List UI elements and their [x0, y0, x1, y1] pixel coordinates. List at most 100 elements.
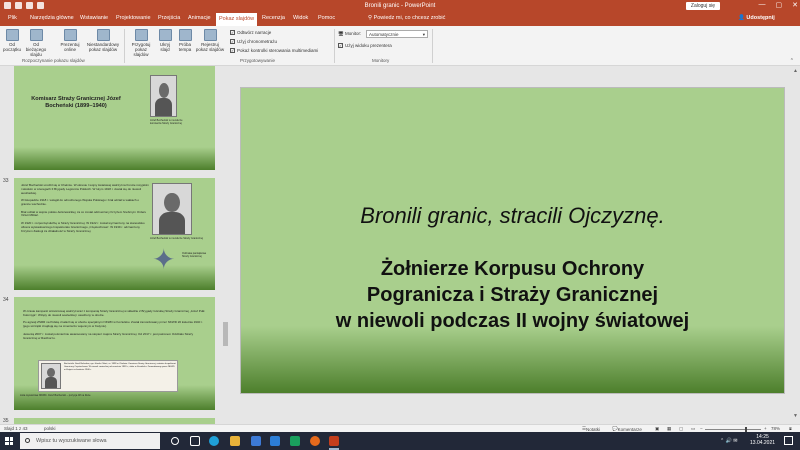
subtitle-line: Pogranicza i Straży Granicznej	[366, 284, 659, 306]
current-slide[interactable]: Bronili granic, stracili Ojczyznę. Żołni…	[240, 87, 785, 394]
monitor-label-text: Monitor:	[344, 31, 362, 36]
record-show-button[interactable]: Rejestruj pokaz slajdów	[195, 29, 225, 52]
setup-show-button[interactable]: Przygotuj pokaz slajdów	[128, 29, 154, 57]
monitor-icon: 🖥	[338, 31, 344, 36]
presenter-view-checkbox[interactable]: ✓ Użyj widoku prezentera	[338, 43, 392, 49]
archival-document: Bocheński Józef Bolesław, syn Józefa i M…	[38, 360, 178, 392]
tab-view[interactable]: Widok	[293, 15, 308, 21]
firefox-icon[interactable]	[310, 436, 320, 446]
record-show-label: Rejestruj pokaz slajdów	[195, 42, 225, 52]
tab-review[interactable]: Recenzja	[262, 15, 285, 21]
ribbon: Od początku Od bieżącego slajdu Prezentu…	[0, 26, 800, 66]
slide-thumbnails-panel[interactable]: Komisarz Straży Granicznej Józef Bocheńs…	[0, 66, 228, 424]
clock-date: 13.04.2021	[750, 440, 776, 446]
group-separator	[124, 29, 125, 63]
portrait-photo	[152, 183, 192, 235]
task-view-icon[interactable]	[190, 436, 200, 446]
from-current-label: Od bieżącego slajdu	[25, 42, 47, 57]
share-button[interactable]: 👤 Udostępnij	[738, 15, 775, 21]
tab-home[interactable]: Narzędzia główne	[30, 15, 74, 21]
record-icon	[203, 29, 217, 41]
scroll-down-icon[interactable]: ▼	[793, 413, 798, 419]
file-explorer-icon[interactable]	[230, 436, 240, 446]
taskbar-search-input[interactable]: Wpisz tu wyszukiwane słowa	[20, 433, 160, 449]
hide-slide-label: Ukryj slajd	[159, 42, 171, 52]
collapse-ribbon-icon[interactable]: ⌃	[790, 58, 794, 64]
store-icon[interactable]	[251, 436, 261, 446]
document-caption: Lista wywozowa NKWD. Józef Bocheński – p…	[20, 394, 92, 397]
search-placeholder: Wpisz tu wyszukiwane słowa	[36, 438, 107, 444]
zoom-out-icon[interactable]: −	[700, 426, 703, 431]
play-narrations-label: Odtwórz narracje	[237, 30, 272, 35]
chevron-down-icon: ▾	[422, 32, 425, 37]
slide-gradient	[241, 325, 784, 393]
checkbox-checked-icon: ✓	[230, 30, 235, 36]
group-separator	[432, 29, 433, 63]
system-tray[interactable]: ⌃ 🔊 ✉	[720, 438, 737, 444]
monitor-select[interactable]: Automatycznie ▾	[366, 30, 428, 38]
media-controls-checkbox[interactable]: ✓ Pokaż kontrolki sterowania multimediami	[230, 48, 319, 54]
notifications-icon[interactable]	[784, 436, 793, 445]
hide-slide-button[interactable]: Ukryj slajd	[157, 29, 173, 52]
slide-title[interactable]: Bronili granic, stracili Ojczyznę.	[241, 203, 784, 229]
zoom-slider[interactable]	[705, 429, 761, 430]
windows-taskbar: Wpisz tu wyszukiwane słowa ⌃ 🔊 ✉ 14:25 1…	[0, 432, 800, 450]
present-online-button[interactable]: Prezentuj online	[56, 29, 84, 52]
photo-caption: Józef Bocheński w mundurze komisarza Str…	[150, 119, 183, 125]
zoom-level[interactable]: 78%	[771, 426, 780, 431]
from-beginning-button[interactable]: Od początku	[3, 29, 21, 52]
subtitle-line: Żołnierze Korpusu Ochrony	[380, 258, 645, 280]
start-group-label: Rozpoczynanie pokazu slajdów	[22, 58, 85, 63]
custom-show-button[interactable]: Niestandardowy pokaz slajdów	[84, 29, 122, 52]
tab-help[interactable]: Pomoc	[318, 15, 335, 21]
slide-thumbnail[interactable]: Józef Bocheński urodził się w Chełmie. W…	[14, 178, 215, 290]
language-indicator[interactable]: polski	[44, 426, 56, 431]
edge-icon[interactable]	[209, 436, 219, 446]
window-title: Bronili granic - PowerPoint	[364, 3, 436, 9]
close-button[interactable]: ✕	[792, 1, 798, 9]
custom-show-icon	[96, 29, 110, 41]
windows-start-icon[interactable]	[5, 437, 13, 445]
slide-thumbnail[interactable]: Komisarz Straży Granicznej Józef Bocheńs…	[14, 66, 215, 170]
use-timings-checkbox[interactable]: ✓ Użyj chronometrażu	[230, 39, 278, 45]
powerpoint-icon[interactable]	[329, 436, 339, 446]
app-icon[interactable]	[290, 436, 300, 446]
window-controls: — ▢ ✕	[759, 1, 799, 9]
monitors-group-label: Monitory	[372, 58, 390, 63]
present-online-icon	[63, 29, 77, 41]
tab-insert[interactable]: Wstawianie	[80, 15, 108, 21]
tab-animations[interactable]: Animacje	[188, 15, 211, 21]
status-bar: Slajd 1 z 43 polski ☰ Notatki 💬 Komentar…	[0, 424, 800, 432]
from-current-button[interactable]: Od bieżącego slajdu	[24, 29, 48, 57]
tab-slideshow[interactable]: Pokaz slajdów	[216, 13, 258, 26]
tab-file[interactable]: Plik	[8, 15, 17, 21]
rehearse-timings-button[interactable]: Próba tempa	[177, 29, 193, 52]
cortana-icon[interactable]	[171, 437, 179, 445]
mail-icon[interactable]	[270, 436, 280, 446]
badge-caption: Odznaka pamiątkowa Straży Granicznej	[182, 252, 207, 258]
slide-body-text: W czasie kampanii wrześniowej walczył wr…	[23, 309, 205, 340]
tab-design[interactable]: Projektowanie	[116, 15, 151, 21]
scroll-up-icon[interactable]: ▲	[793, 68, 798, 74]
fit-to-window-icon[interactable]: ⧈	[789, 426, 792, 431]
ribbon-tabs: Plik Narzędzia główne Wstawianie Projekt…	[0, 12, 800, 26]
monitor-select-value: Automatycznie	[369, 32, 399, 37]
from-beginning-label: Od początku	[3, 42, 22, 52]
minimize-button[interactable]: —	[759, 1, 766, 9]
sign-in-button[interactable]: Zaloguj się	[686, 2, 720, 10]
stopwatch-icon	[178, 29, 192, 41]
media-controls-label: Pokaż kontrolki sterowania multimediami	[237, 48, 319, 53]
zoom-in-icon[interactable]: +	[764, 426, 767, 431]
maximize-button[interactable]: ▢	[776, 1, 783, 9]
tell-me-search[interactable]: ⚲ Powiedz mi, co chcesz zrobić	[368, 15, 445, 21]
use-timings-label: Użyj chronometrażu	[237, 39, 278, 44]
slide-thumbnail[interactable]: W czasie kampanii wrześniowej walczył wr…	[14, 297, 215, 410]
play-narrations-checkbox[interactable]: ✓ Odtwórz narracje	[230, 30, 272, 36]
taskbar-clock[interactable]: 14:25 13.04.2021	[750, 434, 775, 446]
group-separator	[334, 29, 335, 63]
checkbox-checked-icon: ✓	[230, 48, 235, 54]
tab-transitions[interactable]: Przejścia	[158, 15, 180, 21]
photo-caption: Józef Bocheński w mundurze Straży Granic…	[150, 237, 203, 240]
title-bar: Bronili granic - PowerPoint Zaloguj się …	[0, 0, 800, 12]
slide-subtitle[interactable]: Żołnierze Korpusu Ochrony Pogranicza i S…	[241, 256, 784, 334]
